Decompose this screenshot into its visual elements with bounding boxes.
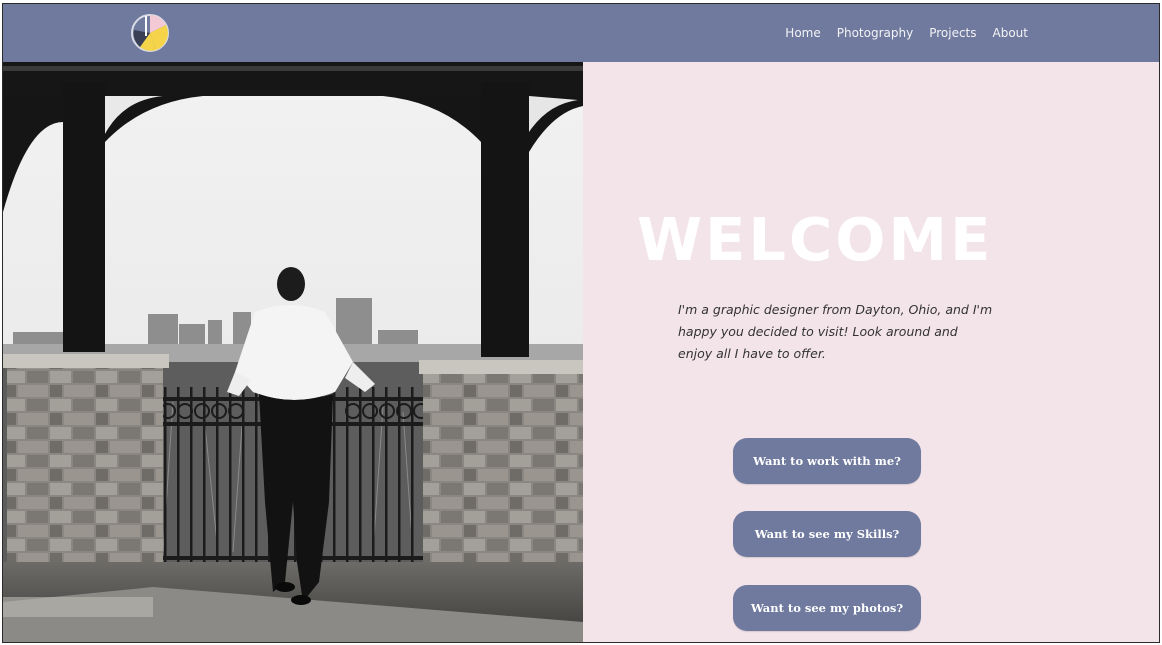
nav-about[interactable]: About	[993, 26, 1028, 40]
nav-projects[interactable]: Projects	[929, 26, 976, 40]
see-skills-button[interactable]: Want to see my Skills?	[733, 511, 921, 557]
intro-text: I'm a graphic designer from Dayton, Ohio…	[678, 302, 993, 361]
nav-photography[interactable]: Photography	[837, 26, 913, 40]
hero-photo	[3, 62, 583, 642]
nav-home[interactable]: Home	[785, 26, 820, 40]
see-photos-button[interactable]: Want to see my photos?	[733, 585, 921, 631]
welcome-title: WELCOME	[637, 205, 994, 274]
site-header: Home Photography Projects About	[3, 4, 1159, 62]
main-nav: Home Photography Projects About	[785, 26, 1028, 40]
work-with-me-button[interactable]: Want to work with me?	[733, 438, 921, 484]
welcome-panel: WELCOME I'm a graphic designer from Dayt…	[583, 62, 1159, 642]
pie-logo-icon[interactable]	[126, 10, 174, 56]
page-frame: Home Photography Projects About WELCOME …	[2, 3, 1160, 643]
